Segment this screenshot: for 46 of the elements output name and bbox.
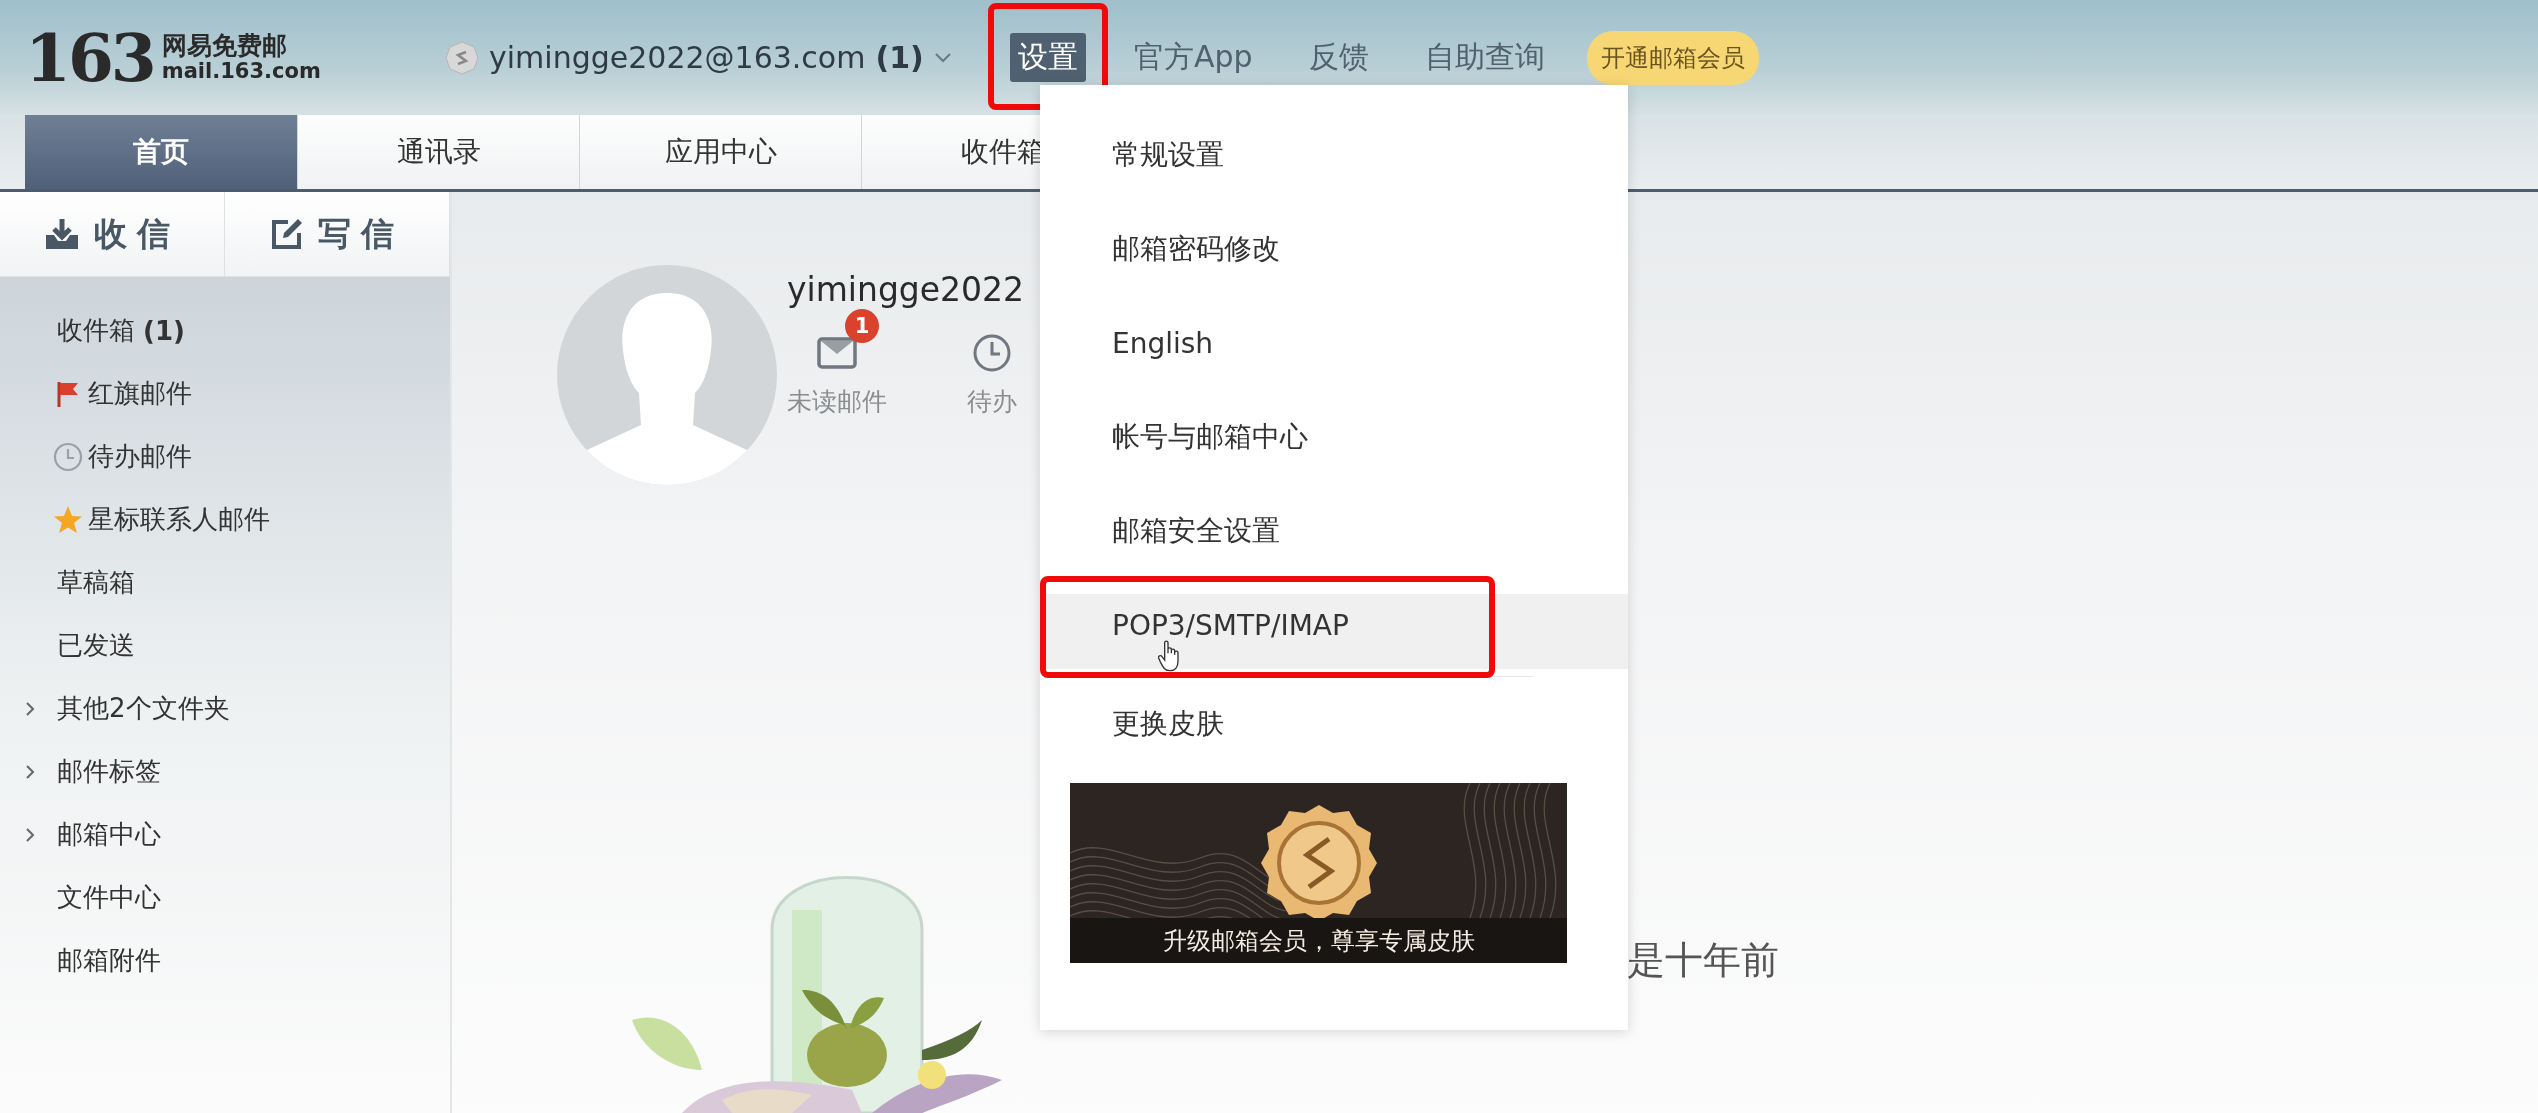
flag-icon [55,379,80,408]
folder-item[interactable]: 星标联系人邮件 [88,502,270,537]
edit-icon [270,217,304,251]
folder-item[interactable]: 已发送 [57,628,135,663]
tab[interactable]: 通讯录 [298,115,580,189]
download-icon [44,217,80,251]
folder-item[interactable]: 邮箱中心 [57,817,161,852]
tab[interactable]: 首页 [25,115,298,189]
menu-item[interactable]: 帐号与邮箱中心 [1040,390,1628,484]
count-badge: 1 [845,309,879,343]
compose-button[interactable]: 写信 [225,192,450,276]
unread-count: (1) [875,40,924,75]
nav-link[interactable]: 反馈 [1300,33,1377,82]
promo-banner[interactable]: 升级邮箱会员，尊享专属皮肤 [1070,783,1567,963]
hand-cursor-icon [1158,640,1182,672]
menu-item[interactable]: 邮箱安全设置 [1040,484,1628,578]
user-name: yimingge2022 [787,270,1025,309]
vip-button[interactable]: 开通邮箱会员 [1586,30,1759,85]
star-icon [52,504,83,535]
folder-count: (1) [143,315,185,346]
menu-item[interactable]: 更换皮肤 [1040,677,1628,771]
folder-item[interactable]: 收件箱 [57,313,135,348]
logo-name: 网易免费邮 [161,32,288,60]
chevron-down-icon[interactable] [933,51,952,64]
promo-text: 升级邮箱会员，尊享专属皮肤 [1070,918,1567,963]
menu-item[interactable]: POP3/SMTP/IMAP [1040,578,1628,672]
nav-link[interactable]: 自助查询 [1416,33,1553,82]
folder-item[interactable]: 邮件标签 [57,754,161,789]
folder-item[interactable]: 邮箱附件 [57,943,161,978]
folder-item[interactable]: 文件中心 [57,880,161,915]
folder-item[interactable]: 其他2个文件夹 [57,691,230,726]
folder-item[interactable]: 待办邮件 [88,439,192,474]
folder-item[interactable]: 红旗邮件 [88,376,192,411]
coin-icon [445,40,479,75]
nav-link[interactable]: 设置 [1010,33,1086,82]
tab[interactable]: 应用中心 [580,115,862,189]
receive-button[interactable]: 收信 [0,192,225,276]
clock-icon [52,441,83,472]
logo-number: 163 [25,18,154,97]
nav-link[interactable]: 官方App [1126,33,1261,82]
menu-item[interactable]: English [1040,296,1628,390]
account-address[interactable]: yimingge2022@163.com [489,40,866,75]
logo-domain: mail.163.com [161,59,321,83]
menu-item[interactable]: 邮箱密码修改 [1040,202,1628,296]
quote-text: 是十年前 [1627,937,1779,984]
folder-item[interactable]: 草稿箱 [57,565,135,600]
